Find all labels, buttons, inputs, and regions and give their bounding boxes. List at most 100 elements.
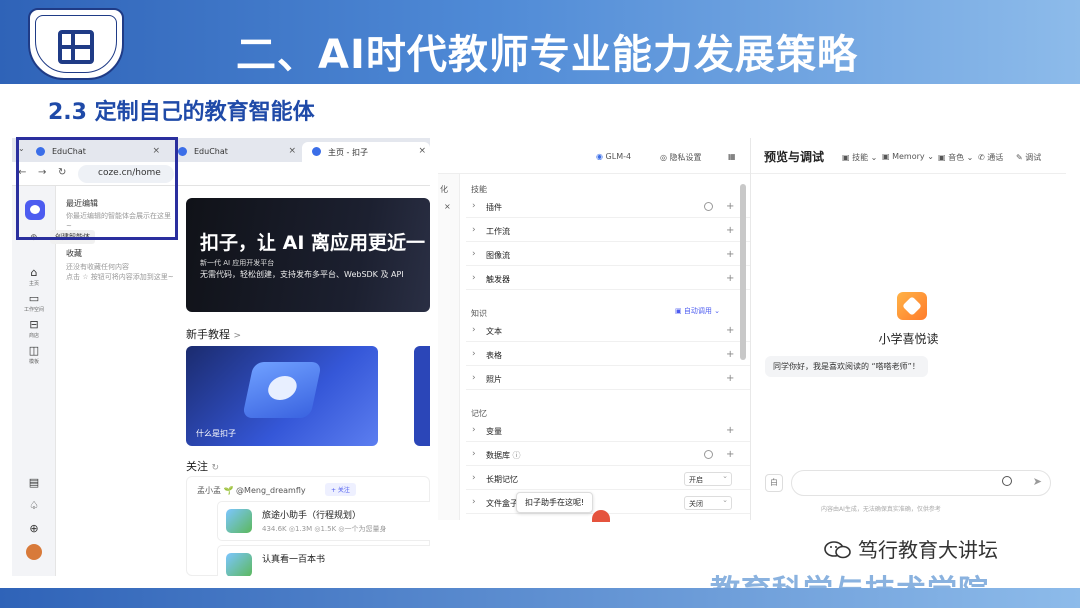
add-icon[interactable]: + bbox=[726, 425, 734, 436]
row-label: 照片 bbox=[486, 375, 502, 384]
row-photo[interactable]: › 照片 + bbox=[466, 368, 756, 390]
chevron-right-icon: › bbox=[472, 497, 476, 507]
chevron-right-icon: > bbox=[233, 331, 242, 341]
auto-call-label: 自动调用 bbox=[683, 307, 712, 315]
add-icon[interactable]: + bbox=[726, 373, 734, 384]
doc-icon[interactable]: ▤ bbox=[22, 476, 46, 490]
row-label: 长期记忆 bbox=[486, 475, 518, 484]
tab-close-icon[interactable]: × bbox=[288, 146, 296, 156]
coze-favicon-icon bbox=[312, 147, 321, 156]
row-plugin[interactable]: › 插件 + bbox=[466, 196, 756, 218]
tab-educhat-2[interactable]: EduChat × bbox=[168, 142, 300, 162]
tab-label: EduChat bbox=[194, 147, 228, 156]
tutorial-card[interactable]: 什么是扣子 bbox=[186, 346, 378, 446]
filebox-select[interactable]: 关闭 bbox=[684, 496, 732, 510]
row-imageflow[interactable]: › 图像流 + bbox=[466, 244, 756, 266]
add-icon[interactable]: + bbox=[726, 201, 734, 212]
tab-coze-home[interactable]: 主页 - 扣子 × bbox=[302, 142, 430, 162]
skill-dropdown[interactable]: ▣ 技能 ⌄ bbox=[842, 152, 877, 163]
model-selector[interactable]: ◉ GLM-4 bbox=[596, 152, 631, 161]
avatar[interactable] bbox=[26, 544, 42, 560]
feed-bot-item[interactable]: 旅途小助手（行程规划） 434.6K ◎1.3M ◎1.5K ◎一个为您量身 bbox=[217, 501, 430, 541]
coze-keycap-image bbox=[242, 362, 322, 418]
bell-icon[interactable]: ♤ bbox=[22, 499, 46, 513]
sidebar-item-home[interactable]: ⌂ 主页 bbox=[22, 266, 46, 287]
university-seal-logo bbox=[28, 8, 124, 80]
chevron-right-icon: › bbox=[472, 373, 476, 383]
bot-name: 认真看一百本书 bbox=[262, 555, 326, 565]
grid-icon[interactable]: ▦ bbox=[728, 152, 736, 161]
clear-chat-button[interactable]: 白 bbox=[765, 474, 783, 492]
promo-banner[interactable]: 扣子，让 AI 离应用更近一 新一代 AI 应用开发平台 无需代码，轻松创建，支… bbox=[186, 198, 430, 312]
privacy-settings-button[interactable]: ◎ 隐私设置 bbox=[660, 152, 702, 163]
sidebar-item-label: 商店 bbox=[28, 333, 39, 339]
add-icon[interactable]: + bbox=[726, 249, 734, 260]
follow-button[interactable]: + 关注 bbox=[325, 483, 356, 496]
voice-label: 音色 bbox=[948, 153, 965, 162]
wrench-icon: ✎ bbox=[1016, 153, 1023, 162]
chevron-right-icon: › bbox=[472, 225, 476, 235]
row-long-term-memory[interactable]: › 长期记忆 开启 bbox=[466, 468, 756, 490]
add-icon[interactable]: + bbox=[726, 349, 734, 360]
auto-call-dropdown[interactable]: ▣ 自动调用 ⌄ bbox=[675, 306, 720, 316]
memory-dropdown[interactable]: ▣ Memory ⌄ bbox=[882, 152, 934, 161]
feed-user[interactable]: 孟小孟 🌱 @Meng_dreamfly bbox=[197, 485, 306, 496]
microphone-icon[interactable] bbox=[1002, 476, 1012, 486]
auto-icon[interactable] bbox=[704, 450, 713, 459]
row-label: 表格 bbox=[486, 351, 502, 360]
ltm-select[interactable]: 开启 bbox=[684, 472, 732, 486]
close-icon[interactable]: × bbox=[444, 202, 451, 211]
tutorial-card-next[interactable] bbox=[414, 346, 430, 446]
sidebar-item-template[interactable]: ◫ 模板 bbox=[22, 344, 46, 365]
wechat-icon bbox=[824, 541, 851, 559]
banner-line-1: 新一代 AI 应用开发平台 bbox=[200, 259, 275, 267]
sidebar-item-label: 主页 bbox=[28, 281, 39, 287]
tab-close-icon[interactable]: × bbox=[418, 146, 426, 156]
group-knowledge: 知识 bbox=[471, 309, 487, 318]
favorites-heading: 收藏 bbox=[66, 249, 82, 258]
chevron-right-icon: › bbox=[472, 425, 476, 435]
ai-disclaimer: 内容由AI生成，无法确保真实准确，仅供参考 bbox=[821, 506, 941, 513]
slide: 二、AI时代教师专业能力发展策略 2.3 定制自己的教育智能体 ⌄ EduCha… bbox=[0, 0, 1080, 608]
debug-label: 调试 bbox=[1025, 153, 1042, 162]
call-button[interactable]: ✆ 通话 bbox=[978, 152, 1003, 163]
auto-icon[interactable] bbox=[704, 202, 713, 211]
chevron-right-icon: › bbox=[472, 249, 476, 259]
row-file-box[interactable]: ›文件盒子 ⓘ关闭 bbox=[466, 492, 756, 514]
config-scrollbar[interactable] bbox=[740, 184, 746, 360]
template-icon: ◫ bbox=[28, 344, 40, 357]
sidebar-item-store[interactable]: ⊟ 商店 bbox=[22, 318, 46, 339]
row-workflow[interactable]: › 工作流 + bbox=[466, 220, 756, 242]
coze-sidebar: ⌂ 主页 ▭ 工作空间 ⊟ 商店 ◫ 模板 ▤ ♤ ⊕ bbox=[12, 186, 56, 576]
assistant-tooltip[interactable]: 扣子助手在这呢! bbox=[516, 492, 594, 513]
config-panel: 技能 › 插件 + › 工作流 + › 图像流 + › 触发器 + 知识 ▣ 自动调用 ⌄ › 文… bbox=[460, 174, 756, 520]
feed-card: 孟小孟 🌱 @Meng_dreamfly + 关注 旅途小助手（行程规划） 434… bbox=[186, 476, 430, 576]
upload-icon[interactable]: ⊕ bbox=[22, 522, 46, 536]
row-variable[interactable]: › 变量 + bbox=[466, 420, 756, 442]
assistant-avatar-icon[interactable] bbox=[592, 510, 610, 522]
tutorial-card-label: 什么是扣子 bbox=[196, 429, 236, 438]
chat-input[interactable]: ➤ bbox=[791, 470, 1051, 496]
add-icon[interactable]: + bbox=[726, 225, 734, 236]
row-label: 插件 bbox=[486, 203, 502, 212]
collapsed-panel: 化 × bbox=[438, 174, 460, 520]
agent-avatar-icon bbox=[897, 292, 927, 320]
add-icon[interactable]: + bbox=[726, 273, 734, 284]
feed-bot-item[interactable]: 认真看一百本书 bbox=[217, 545, 430, 576]
add-icon[interactable]: + bbox=[726, 325, 734, 336]
debug-button[interactable]: ✎ 调试 bbox=[1016, 152, 1041, 163]
bottom-band bbox=[0, 588, 1080, 608]
tutorial-heading[interactable]: 新手教程 > bbox=[186, 326, 241, 342]
row-text[interactable]: › 文本 + bbox=[466, 320, 756, 342]
row-trigger[interactable]: › 触发器 + bbox=[466, 268, 756, 290]
skill-label: 技能 bbox=[852, 153, 869, 162]
refresh-icon[interactable]: ↻ bbox=[212, 463, 220, 473]
row-table[interactable]: › 表格 + bbox=[466, 344, 756, 366]
send-icon[interactable]: ➤ bbox=[1033, 475, 1042, 488]
info-icon[interactable]: ⓘ bbox=[513, 451, 521, 460]
sidebar-item-workspace[interactable]: ▭ 工作空间 bbox=[22, 292, 46, 313]
add-icon[interactable]: + bbox=[726, 449, 734, 460]
voice-dropdown[interactable]: ▣ 音色 ⌄ bbox=[938, 152, 973, 163]
row-database[interactable]: › 数据库 ⓘ + bbox=[466, 444, 756, 466]
group-skill: 技能 bbox=[471, 185, 487, 194]
